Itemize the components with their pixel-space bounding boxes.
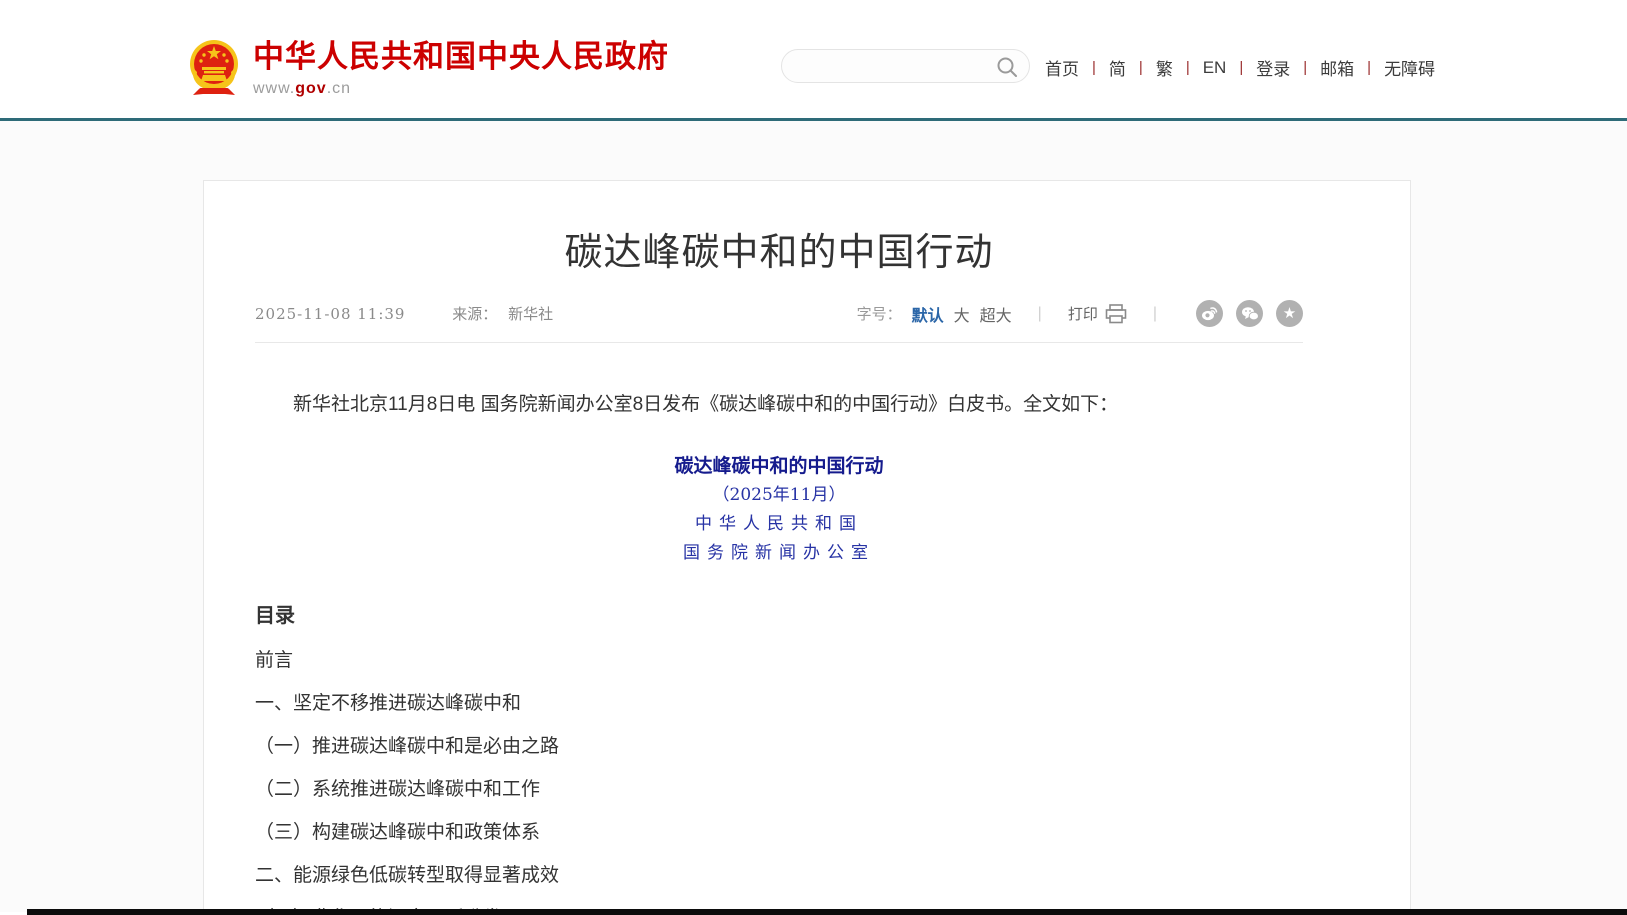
article-body: 新华社北京11月8日电 国务院新闻办公室8日发布《碳达峰碳中和的中国行动》白皮书… <box>255 391 1303 915</box>
wechat-icon <box>1241 306 1259 322</box>
font-size-large[interactable]: 大 <box>954 302 970 326</box>
document-heading: 碳达峰碳中和的中国行动 （2025年11月） 中华人民共和国 国务院新闻办公室 <box>255 452 1303 568</box>
printer-icon <box>1105 304 1127 324</box>
nav-english[interactable]: EN <box>1203 58 1227 78</box>
nav-accessibility[interactable]: 无障碍 <box>1384 55 1435 80</box>
qzone-star-icon: ★ <box>1283 306 1296 321</box>
search-icon[interactable] <box>995 55 1019 79</box>
toc-heading: 目录 <box>255 599 1303 628</box>
toc-item-1-3: （三）构建碳达峰碳中和政策体系 <box>255 823 1303 843</box>
article-card: 碳达峰碳中和的中国行动 2025-11-08 11:39 来源： 新华社 字号：… <box>203 180 1411 915</box>
main-area: ☆ 收藏 ✎ 留言 碳达峰碳中和的中国行动 2025-11-08 11:39 来… <box>0 121 1627 912</box>
nav-traditional[interactable]: 繁 <box>1156 55 1173 80</box>
site-url: www.gov.cn <box>253 80 669 98</box>
site-logo[interactable]: 中华人民共和国中央人民政府 www.gov.cn <box>189 38 669 98</box>
document-title: 碳达峰碳中和的中国行动 <box>255 452 1303 481</box>
lead-paragraph: 新华社北京11月8日电 国务院新闻办公室8日发布《碳达峰碳中和的中国行动》白皮书… <box>255 391 1303 419</box>
search-box[interactable] <box>781 49 1030 83</box>
toc-item-2: 二、能源绿色低碳转型取得显著成效 <box>255 866 1303 886</box>
meta-left: 2025-11-08 11:39 来源： 新华社 <box>255 303 553 324</box>
share-qzone-button[interactable]: ★ <box>1276 300 1303 327</box>
share-buttons: ★ <box>1183 300 1303 327</box>
toc-item-preface: 前言 <box>255 651 1303 671</box>
article-meta: 2025-11-08 11:39 来源： 新华社 字号： 默认 大 超大 | 打… <box>255 300 1303 343</box>
document-author-line2: 国务院新闻办公室 <box>255 539 1303 568</box>
toc-item-1: 一、坚定不移推进碳达峰碳中和 <box>255 694 1303 714</box>
publish-date: 2025-11-08 11:39 <box>255 305 405 323</box>
print-button[interactable]: 打印 <box>1068 303 1127 324</box>
meta-right: 字号： 默认 大 超大 | 打印 | <box>857 300 1303 327</box>
site-title: 中华人民共和国中央人民政府 <box>253 40 669 74</box>
search-input[interactable] <box>798 50 988 82</box>
nav-separator: | <box>1092 59 1096 76</box>
nav-home[interactable]: 首页 <box>1045 55 1079 80</box>
meta-separator: | <box>1153 305 1157 323</box>
source-value[interactable]: 新华社 <box>508 305 553 323</box>
font-size-xlarge[interactable]: 超大 <box>980 302 1012 326</box>
top-nav: 首页 | 简 | 繁 | EN | 登录 | 邮箱 | 无障碍 <box>1045 55 1435 80</box>
table-of-contents: 目录 前言 一、坚定不移推进碳达峰碳中和 （一）推进碳达峰碳中和是必由之路 （二… <box>255 599 1303 915</box>
nav-mail[interactable]: 邮箱 <box>1320 55 1354 80</box>
meta-separator: | <box>1038 305 1042 323</box>
nav-separator: | <box>1303 59 1307 76</box>
bottom-edge-bar <box>27 909 1627 915</box>
site-header: 中华人民共和国中央人民政府 www.gov.cn 首页 | 简 | 繁 | EN | 登… <box>0 0 1627 121</box>
national-emblem-icon <box>189 38 239 96</box>
nav-separator: | <box>1186 59 1190 76</box>
share-wechat-button[interactable] <box>1236 300 1263 327</box>
print-label: 打印 <box>1068 303 1098 324</box>
font-size-label: 字号： <box>857 303 902 324</box>
document-date: （2025年11月） <box>255 481 1303 510</box>
nav-separator: | <box>1139 59 1143 76</box>
document-author-line1: 中华人民共和国 <box>255 510 1303 539</box>
nav-separator: | <box>1239 59 1243 76</box>
nav-simplified[interactable]: 简 <box>1109 55 1126 80</box>
page-title: 碳达峰碳中和的中国行动 <box>255 221 1303 276</box>
source-label: 来源： <box>452 305 497 323</box>
font-size-default[interactable]: 默认 <box>912 302 944 326</box>
share-weibo-button[interactable] <box>1196 300 1223 327</box>
weibo-icon <box>1201 305 1218 322</box>
nav-separator: | <box>1367 59 1371 76</box>
nav-login[interactable]: 登录 <box>1256 55 1290 80</box>
toc-item-1-1: （一）推进碳达峰碳中和是必由之路 <box>255 737 1303 757</box>
toc-item-1-2: （二）系统推进碳达峰碳中和工作 <box>255 780 1303 800</box>
